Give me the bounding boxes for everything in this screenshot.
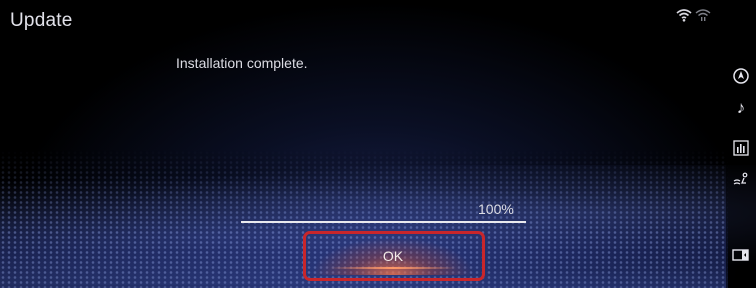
music-note-icon[interactable]: ♪ — [731, 98, 751, 118]
signal-icon — [695, 8, 711, 27]
equalizer-icon[interactable] — [731, 138, 751, 158]
status-message: Installation complete. — [176, 55, 308, 71]
progress-percent: 100% — [478, 201, 514, 217]
ok-button-label: OK — [382, 248, 404, 264]
ok-button-glow — [330, 267, 456, 269]
climate-icon[interactable] — [731, 170, 751, 190]
side-rail: ♪ — [726, 0, 756, 288]
screen-toggle-icon[interactable] — [731, 245, 751, 265]
progress-bar-fill — [241, 221, 526, 223]
status-bar — [676, 8, 711, 27]
wifi-icon — [676, 8, 692, 27]
navigation-icon[interactable] — [731, 66, 751, 86]
progress-bar — [241, 221, 526, 223]
ok-button[interactable]: OK — [311, 237, 475, 275]
page-title: Update — [10, 10, 73, 31]
update-screen: Update Installation complete. ♪ 100% OK — [0, 0, 756, 288]
